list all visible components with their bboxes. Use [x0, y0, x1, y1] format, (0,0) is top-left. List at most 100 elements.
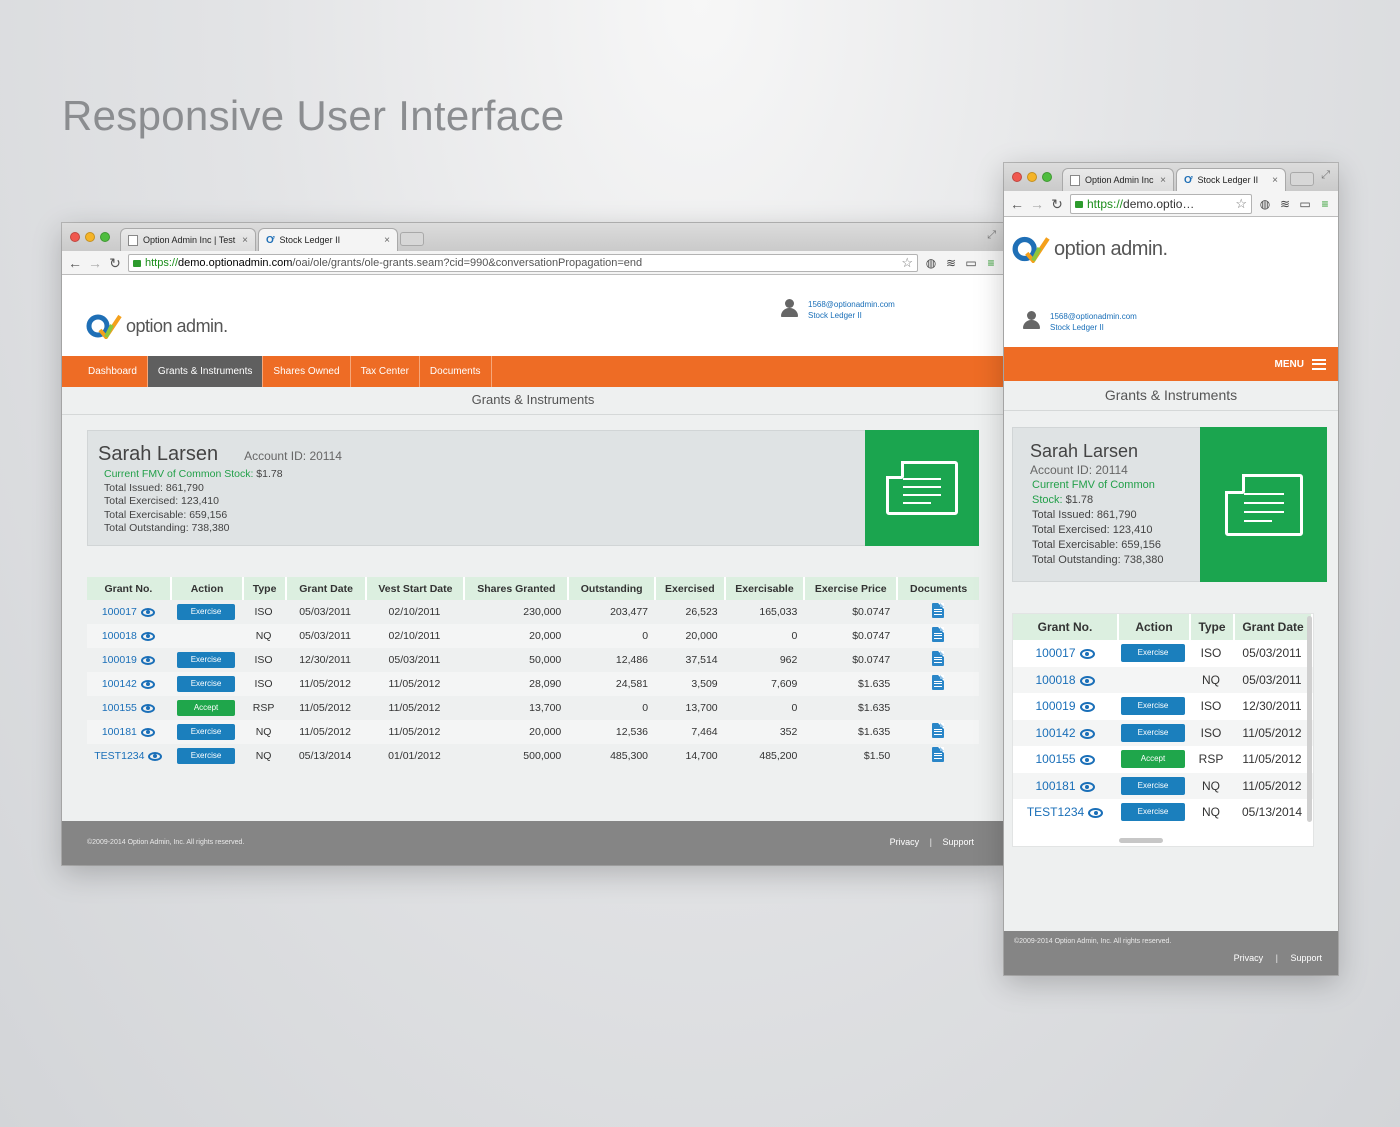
vertical-scrollbar[interactable] — [1307, 616, 1312, 822]
col-shares-granted[interactable]: Shares Granted — [463, 577, 568, 600]
browser-menu-icon[interactable]: ≡ — [984, 256, 998, 270]
grant-link[interactable]: 100018 — [102, 630, 137, 642]
extension-icon[interactable]: ◍ — [924, 256, 938, 270]
browser-tab-active[interactable]: Ơ Stock Ledger II × — [258, 228, 398, 251]
accept-button[interactable]: Accept — [177, 700, 236, 716]
exercise-button[interactable]: Exercise — [177, 604, 236, 620]
ledger-link[interactable]: Stock Ledger II — [808, 310, 895, 321]
close-window-button[interactable] — [1012, 172, 1022, 182]
exercise-button[interactable]: Exercise — [177, 748, 236, 764]
nav-shares-owned[interactable]: Shares Owned — [263, 356, 351, 387]
view-icon[interactable] — [1079, 675, 1095, 686]
grant-link[interactable]: 100019 — [1035, 699, 1075, 713]
grant-link[interactable]: TEST1234 — [1027, 805, 1084, 819]
grant-link[interactable]: 100155 — [102, 702, 137, 714]
col-vest-start[interactable]: Vest Start Date — [365, 577, 464, 600]
col-documents[interactable]: Documents — [896, 577, 979, 600]
zoom-window-button[interactable] — [1042, 172, 1052, 182]
exercise-button[interactable]: Exercise — [1121, 723, 1185, 742]
view-icon[interactable] — [1079, 781, 1095, 792]
col-grant-no[interactable]: Grant No. — [1013, 614, 1117, 640]
document-icon[interactable] — [931, 675, 944, 690]
fullscreen-icon[interactable]: ⤢ — [1321, 169, 1330, 182]
view-icon[interactable] — [1079, 728, 1095, 739]
privacy-link[interactable]: Privacy — [1234, 953, 1264, 963]
hamburger-icon[interactable] — [1312, 358, 1326, 370]
view-icon[interactable] — [148, 751, 163, 761]
address-bar[interactable]: https:// demo.optio… ☆ — [1070, 193, 1252, 214]
view-icon[interactable] — [1079, 755, 1095, 766]
view-icon[interactable] — [140, 655, 155, 665]
layers-icon[interactable]: ≋ — [1278, 197, 1292, 211]
col-outstanding[interactable]: Outstanding — [567, 577, 655, 600]
document-icon[interactable] — [931, 651, 944, 666]
view-icon[interactable] — [140, 607, 155, 617]
tab-close-icon[interactable]: × — [1160, 175, 1166, 186]
support-link[interactable]: Support — [942, 837, 974, 847]
cast-icon[interactable]: ▭ — [964, 256, 978, 270]
view-icon[interactable] — [140, 679, 155, 689]
grant-link[interactable]: 100181 — [1035, 779, 1075, 793]
grant-link[interactable]: 100142 — [1035, 726, 1075, 740]
bookmark-star-icon[interactable]: ☆ — [901, 255, 913, 271]
minimize-window-button[interactable] — [1027, 172, 1037, 182]
exercise-button[interactable]: Exercise — [1121, 644, 1185, 663]
col-action[interactable]: Action — [1117, 614, 1189, 640]
browser-tab-active[interactable]: Ơ Stock Ledger II × — [1176, 168, 1286, 191]
exercise-button[interactable]: Exercise — [1121, 776, 1185, 795]
new-tab-button[interactable] — [400, 232, 424, 246]
grant-link[interactable]: 100018 — [1035, 673, 1075, 687]
view-icon[interactable] — [140, 727, 155, 737]
reload-icon[interactable]: ↻ — [1050, 197, 1064, 211]
menu-label[interactable]: MENU — [1275, 359, 1304, 370]
exercise-button[interactable]: Exercise — [1121, 697, 1185, 716]
horizontal-scrollbar[interactable] — [1119, 838, 1163, 843]
document-icon[interactable] — [931, 747, 944, 762]
layers-icon[interactable]: ≋ — [944, 256, 958, 270]
col-grant-date[interactable]: Grant Date — [284, 577, 366, 600]
new-tab-button[interactable] — [1290, 172, 1314, 186]
accept-button[interactable]: Accept — [1121, 750, 1185, 769]
document-icon[interactable] — [931, 627, 944, 642]
extension-icon[interactable]: ◍ — [1258, 197, 1272, 211]
col-grant-no[interactable]: Grant No. — [87, 577, 170, 600]
ledger-link[interactable]: Stock Ledger II — [1050, 322, 1137, 333]
nav-documents[interactable]: Documents — [420, 356, 492, 387]
view-icon[interactable] — [1088, 808, 1104, 819]
document-icon[interactable] — [931, 723, 944, 738]
forward-icon[interactable]: → — [88, 256, 102, 270]
privacy-link[interactable]: Privacy — [890, 837, 920, 847]
user-email-link[interactable]: 1568@optionadmin.com — [1050, 311, 1137, 322]
mobile-table-scroll[interactable]: Grant No. Action Type Grant Date 100017 E… — [1012, 613, 1314, 847]
reload-icon[interactable]: ↻ — [108, 256, 122, 270]
tab-close-icon[interactable]: × — [1272, 175, 1278, 186]
certificate-tile[interactable] — [1200, 427, 1327, 582]
grant-link[interactable]: TEST1234 — [94, 750, 144, 762]
col-type[interactable]: Type — [1189, 614, 1233, 640]
view-icon[interactable] — [140, 631, 155, 641]
zoom-window-button[interactable] — [100, 232, 110, 242]
browser-menu-icon[interactable]: ≡ — [1318, 197, 1332, 211]
exercise-button[interactable]: Exercise — [1121, 803, 1185, 822]
grant-link[interactable]: 100019 — [102, 654, 137, 666]
col-grant-date[interactable]: Grant Date — [1233, 614, 1311, 640]
exercise-button[interactable]: Exercise — [177, 676, 236, 692]
nav-tax-center[interactable]: Tax Center — [351, 356, 420, 387]
tab-close-icon[interactable]: × — [384, 235, 390, 246]
certificate-tile[interactable] — [865, 430, 979, 546]
tab-close-icon[interactable]: × — [242, 235, 248, 246]
close-window-button[interactable] — [70, 232, 80, 242]
browser-tab[interactable]: Option Admin Inc | Test × — [120, 228, 256, 251]
back-icon[interactable]: ← — [1010, 197, 1024, 211]
bookmark-star-icon[interactable]: ☆ — [1235, 196, 1247, 212]
col-action[interactable]: Action — [169, 577, 243, 600]
nav-grants-instruments[interactable]: Grants & Instruments — [147, 356, 264, 387]
site-logo[interactable]: option admin. — [86, 313, 228, 339]
view-icon[interactable] — [1079, 702, 1095, 713]
col-exercisable[interactable]: Exercisable — [723, 577, 804, 600]
back-icon[interactable]: ← — [68, 256, 82, 270]
minimize-window-button[interactable] — [85, 232, 95, 242]
col-exercised[interactable]: Exercised — [654, 577, 724, 600]
grant-link[interactable]: 100017 — [1035, 646, 1075, 660]
view-icon[interactable] — [1079, 649, 1095, 660]
